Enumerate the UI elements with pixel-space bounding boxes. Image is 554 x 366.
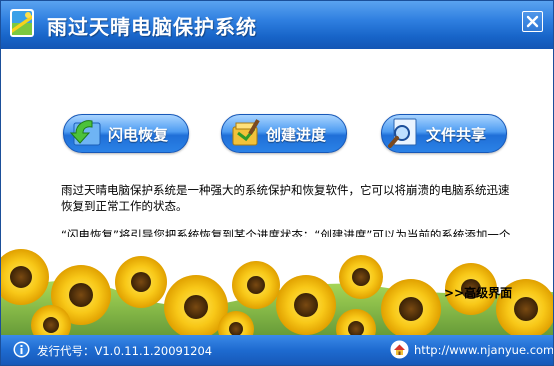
undo-arrow-icon	[69, 120, 101, 146]
app-window: 雨过天晴电脑保护系统 闪电恢复 创建进度 文件共享 雨过天晴电脑保护系统是一种强…	[0, 0, 554, 366]
file-share-label: 文件共享	[426, 126, 487, 144]
file-share-magnifier-icon	[388, 118, 417, 148]
close-icon	[526, 15, 539, 28]
window-title: 雨过天晴电脑保护系统	[47, 15, 257, 39]
file-share-button[interactable]: 文件共享	[381, 114, 507, 153]
app-logo-icon	[10, 9, 34, 37]
advanced-interface-link[interactable]: >>高级界面	[444, 284, 512, 301]
flash-restore-label: 闪电恢复	[108, 126, 169, 144]
info-icon	[13, 341, 30, 358]
home-icon	[390, 340, 409, 359]
website-link[interactable]: http://www.njanyue.com/	[414, 343, 553, 357]
close-button[interactable]	[522, 11, 543, 32]
create-progress-button[interactable]: 创建进度	[221, 114, 347, 153]
create-progress-icon	[232, 119, 260, 146]
status-bar: 发行代号：V1.0.11.1.20091204 http://www.njany…	[1, 335, 553, 365]
flash-restore-button[interactable]: 闪电恢复	[63, 114, 189, 153]
create-progress-label: 创建进度	[266, 126, 327, 144]
version-text: 发行代号：V1.0.11.1.20091204	[37, 344, 213, 358]
title-bar[interactable]: 雨过天晴电脑保护系统	[1, 1, 553, 49]
description-paragraph-1: 雨过天晴电脑保护系统是一种强大的系统保护和恢复软件，它可以将崩溃的电脑系统迅速恢…	[61, 183, 510, 213]
